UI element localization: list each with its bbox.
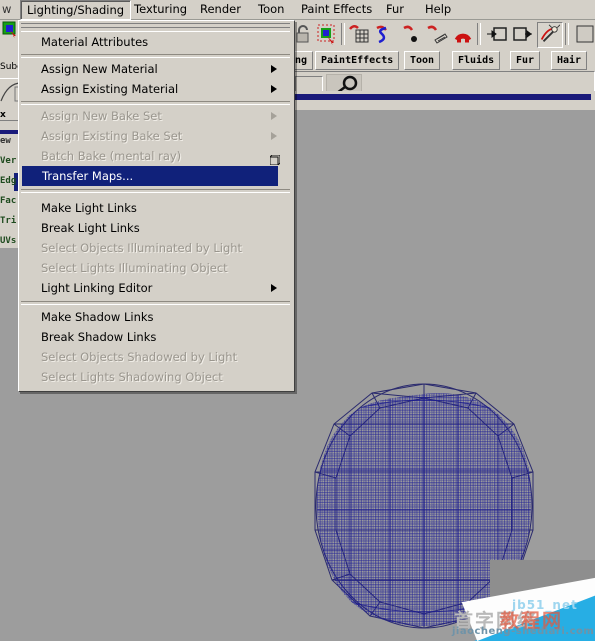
list-item[interactable]: Ver	[0, 156, 16, 166]
menu-item-label: Assign New Bake Set	[41, 109, 162, 123]
chevron-right-icon	[271, 284, 277, 292]
menubar-item-render[interactable]: Render	[194, 1, 247, 18]
menu-item-break-light-links[interactable]: Break Light Links	[21, 218, 290, 238]
watermark-site: jb51_net	[512, 598, 578, 612]
status-line-toolbar	[289, 19, 595, 50]
menubar-item-toon[interactable]: Toon	[252, 1, 290, 18]
menu-item-select-lights-shadowing-object: Select Lights Shadowing Object	[41, 370, 223, 384]
menubar-item-fur[interactable]: Fur	[380, 1, 410, 18]
menu-bar: w Lighting/Shading Texturing Render Toon…	[0, 0, 595, 20]
chevron-right-icon	[271, 112, 277, 120]
output-connection-icon[interactable]	[511, 22, 535, 46]
menu-item-select-objects-illuminated-by-light: Select Objects Illuminated by Light	[41, 241, 243, 255]
shelf-tab-bar: ng PaintEffects Toon Fluids Fur Hair	[289, 49, 595, 71]
chevron-right-icon	[271, 65, 277, 73]
menu-item-label: Assign Existing Bake Set	[41, 129, 183, 143]
left-panel-x-label: x	[0, 110, 6, 120]
menu-item-material-attributes[interactable]: Material Attributes	[21, 32, 290, 52]
menu-item-assign-new-material[interactable]: Assign New Material	[21, 59, 290, 79]
watermark-url: jiaocheng-shediari.com	[452, 626, 595, 637]
option-box-icon[interactable]	[269, 151, 281, 166]
list-item[interactable]: Fac	[0, 196, 16, 206]
menu-separator	[21, 101, 290, 105]
menu-item-select-objects-shadowed-by-light: Select Objects Shadowed by Light	[41, 350, 238, 364]
menu-item-assign-new-bake-set: Assign New Bake Set	[21, 106, 290, 126]
magnet-icon[interactable]	[451, 22, 475, 46]
menubar-item-paint-effects[interactable]: Paint Effects	[295, 1, 378, 18]
menu-tearoff-handle[interactable]	[21, 23, 290, 32]
menu-item-light-linking-editor[interactable]: Light Linking Editor	[21, 278, 290, 298]
menu-item-label: Batch Bake (mental ray)	[41, 149, 182, 163]
shelf-tab-fluids[interactable]: Fluids	[452, 51, 501, 70]
menu-item-assign-existing-material[interactable]: Assign Existing Material	[21, 79, 290, 99]
snap-to-grid-icon[interactable]	[347, 22, 371, 46]
construction-history-icon[interactable]	[537, 22, 563, 48]
snap-to-curve-icon[interactable]	[373, 22, 397, 46]
menu-item-make-light-links[interactable]: Make Light Links	[21, 198, 290, 218]
select-region-icon[interactable]	[1, 20, 19, 38]
menu-separator	[21, 54, 290, 58]
menubar-item-help[interactable]: Help	[419, 1, 457, 18]
menu-separator	[21, 301, 290, 305]
chevron-right-icon	[271, 132, 277, 140]
menu-item-assign-existing-bake-set: Assign Existing Bake Set	[21, 126, 290, 146]
watermark-overlay: 首字网络 教程网 jb51_net jiaocheng-shediari.com	[440, 560, 595, 641]
menubar-item-texturing[interactable]: Texturing	[128, 1, 193, 18]
snap-to-point-icon[interactable]	[399, 22, 423, 46]
menubar-item-clipped[interactable]: w	[0, 1, 17, 18]
shelf-tab-painteffects[interactable]: PaintEffects	[315, 51, 400, 70]
render-icon[interactable]	[573, 22, 595, 46]
chevron-right-icon	[271, 85, 277, 93]
timeline-strip[interactable]	[289, 91, 595, 110]
menu-item-label: Light Linking Editor	[41, 281, 153, 295]
list-item[interactable]: Edg	[0, 176, 16, 186]
menu-item-label: Assign Existing Material	[41, 82, 179, 96]
menu-item-make-shadow-links[interactable]: Make Shadow Links	[21, 307, 290, 327]
menu-item-transfer-maps[interactable]: Transfer Maps...	[22, 166, 278, 186]
menu-item-select-lights-illuminating-object: Select Lights Illuminating Object	[41, 261, 228, 275]
shelf-tab-hair[interactable]: Hair	[551, 51, 588, 70]
list-item[interactable]: Tri	[0, 216, 16, 226]
list-item[interactable]: UVs	[0, 236, 16, 246]
menubar-item-lighting-shading[interactable]: Lighting/Shading	[20, 0, 132, 20]
shelf-tab-toon[interactable]: Toon	[404, 51, 441, 70]
input-connection-icon[interactable]	[485, 22, 509, 46]
menu-item-batch-bake-mental-ray: Batch Bake (mental ray)	[21, 146, 290, 166]
menu-item-break-shadow-links[interactable]: Break Shadow Links	[21, 327, 290, 347]
select-region-icon[interactable]	[315, 22, 339, 46]
lighting-shading-dropdown-menu[interactable]: Material Attributes Assign New Material …	[18, 20, 295, 392]
list-item[interactable]: ew	[0, 136, 11, 146]
menu-item-label: Assign New Material	[41, 62, 158, 76]
shelf-tab-fur[interactable]: Fur	[510, 51, 541, 70]
snap-to-view-plane-icon[interactable]	[425, 22, 449, 46]
menu-separator	[21, 189, 290, 193]
